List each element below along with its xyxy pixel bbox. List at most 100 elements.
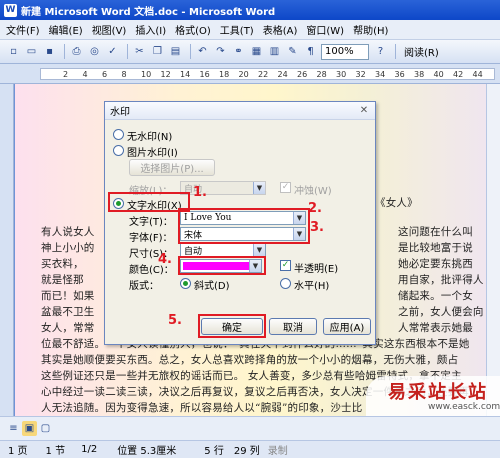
copy-icon[interactable]: ❐ (150, 44, 165, 59)
table-icon[interactable]: ▦ (249, 44, 264, 59)
window-title: 新建 Microsoft Word 文档.doc - Microsoft Wor… (21, 6, 276, 18)
doc-line: 这问题在什么叫 (398, 226, 473, 238)
picture-watermark-radio[interactable] (113, 145, 124, 156)
help-icon[interactable]: ? (373, 44, 388, 59)
annotation-2: 2. (308, 201, 322, 216)
doc-line: 储起来。一个女 (398, 290, 473, 302)
ruler-tick: 22 (258, 70, 269, 79)
drawing-icon[interactable]: ✎ (285, 44, 300, 59)
annotation-1: 1. (193, 185, 207, 200)
cut-icon[interactable]: ✂ (132, 44, 147, 59)
text-label: 文字(T)： (129, 217, 173, 228)
close-icon[interactable]: ✕ (357, 104, 371, 117)
menu-bar: 文件(F) 编辑(E) 视图(V) 插入(I) 格式(O) 工具(T) 表格(A… (0, 20, 500, 40)
doc-line: 人无法追随。因为变得急速，所以容易给人以“腕弱”的印象，沙士比 (41, 402, 363, 414)
ruler-tick: 32 (355, 70, 366, 79)
read-mode-button[interactable]: 阅读(R) (404, 44, 439, 59)
preview-icon[interactable]: ◎ (87, 44, 102, 59)
cancel-button[interactable]: 取消 (269, 318, 317, 335)
ruler-tick: 18 (219, 70, 230, 79)
menu-file[interactable]: 文件(F) (6, 22, 40, 37)
picture-watermark-label: 图片水印(I) (127, 148, 178, 159)
ruler-tick: 24 (277, 70, 288, 79)
toolbar-divider (395, 44, 396, 59)
status-record: 录制 (267, 446, 288, 457)
annotation-3: 3. (310, 220, 324, 235)
ruler-tick: 16 (199, 70, 210, 79)
size-select[interactable]: 自动 ▼ (180, 243, 266, 257)
ruler-tick: 30 (336, 70, 347, 79)
paste-icon[interactable]: ▤ (168, 44, 183, 59)
status-bar: 1 页 1 节 1/2 位置 5.3厘米 5 行 29 列 录制 (0, 440, 500, 458)
doc-line: 女人，常常 (41, 322, 95, 334)
undo-icon[interactable]: ↶ (195, 44, 210, 59)
watermark-url: www.easck.com (428, 402, 500, 412)
ruler-tick: 12 (160, 70, 171, 79)
font-label: 字体(F)： (129, 233, 173, 244)
site-watermark: 易采站长站 www.easck.com (366, 376, 500, 416)
ruler-tick: 4 (82, 70, 88, 79)
menu-insert[interactable]: 插入(I) (135, 22, 166, 37)
ruler-tick: 34 (375, 70, 386, 79)
doc-line: 而已！如果 (41, 290, 95, 302)
highlight-text-font (178, 208, 310, 244)
ruler-tick: 26 (297, 70, 308, 79)
status-column: 29 列 (233, 446, 260, 457)
new-doc-icon[interactable]: ▫ (6, 44, 21, 59)
vertical-scrollbar[interactable] (486, 84, 500, 416)
semi-transparent-checkbox[interactable]: ✓ (280, 260, 291, 271)
ruler-tick: 38 (414, 70, 425, 79)
status-pages: 1/2 (81, 444, 98, 455)
ruler-tick: 6 (102, 70, 108, 79)
annotation-4: 4. (158, 252, 172, 267)
diagonal-radio[interactable] (180, 278, 191, 289)
menu-format[interactable]: 格式(O) (175, 22, 211, 37)
web-view-icon[interactable]: ▣ (22, 421, 37, 436)
horizontal-label: 水平(H) (294, 281, 330, 292)
menu-tools[interactable]: 工具(T) (220, 22, 254, 37)
print-view-icon[interactable]: ▢ (38, 421, 53, 436)
save-icon[interactable]: ▪ (42, 44, 57, 59)
toolbar-divider (64, 44, 65, 59)
layout-label: 版式： (129, 281, 159, 292)
print-icon[interactable]: ⎙ (69, 44, 84, 59)
ruler-tick: 8 (121, 70, 127, 79)
horizontal-scrollbar[interactable]: ≡ ▣ ▢ (0, 416, 500, 440)
select-picture-button[interactable]: 选择图片(P)... (129, 159, 215, 176)
word-icon: W (4, 3, 17, 17)
normal-view-icon[interactable]: ≡ (6, 421, 21, 436)
open-folder-icon[interactable]: ▭ (24, 44, 39, 59)
status-page: 1 页 (8, 446, 28, 457)
doc-line: 人常常表示她最 (398, 322, 473, 334)
menu-help[interactable]: 帮助(H) (353, 22, 388, 37)
toolbar-divider (190, 44, 191, 59)
highlight-color (178, 256, 266, 275)
horizontal-radio[interactable] (280, 278, 291, 289)
zoom-select[interactable]: 100% (321, 43, 369, 60)
highlight-ok (198, 314, 266, 338)
horizontal-ruler: 2 4 6 8 10 12 14 16 18 20 22 24 26 28 30 32 34 36 38 40 42 44 (0, 64, 500, 84)
hyperlink-icon[interactable]: ⚭ (231, 44, 246, 59)
apply-button[interactable]: 应用(A) (323, 318, 371, 335)
doc-line: 之前，女人便会向 (398, 306, 484, 318)
doc-line: 买衣料， (41, 258, 84, 270)
menu-window[interactable]: 窗口(W) (306, 22, 344, 37)
menu-table[interactable]: 表格(A) (263, 22, 298, 37)
ruler-tick: 2 (63, 70, 69, 79)
ruler-tick: 20 (238, 70, 249, 79)
menu-view[interactable]: 视图(V) (92, 22, 127, 37)
size-value: 自动 (184, 246, 203, 257)
menu-edit[interactable]: 编辑(E) (49, 22, 83, 37)
watermark-main: 易采站长站 (388, 382, 488, 403)
washout-checkbox[interactable]: ✓ (280, 182, 291, 193)
spellcheck-icon[interactable]: ✓ (105, 44, 120, 59)
redo-icon[interactable]: ↷ (213, 44, 228, 59)
no-watermark-radio[interactable] (113, 129, 124, 140)
columns-icon[interactable]: ▥ (267, 44, 282, 59)
doc-line: 盆最不卫生 (41, 306, 95, 318)
doc-line: 其实是她顺便要买东西。总之，女人总喜欢跨择角的放一个小小的烟幕，无伤大雅，颇占 (41, 354, 459, 366)
show-marks-icon[interactable]: ¶ (303, 44, 318, 59)
doc-line: 她必定要东挑西 (398, 258, 473, 270)
standard-toolbar: ▫ ▭ ▪ ⎙ ◎ ✓ ✂ ❐ ▤ ↶ ↷ ⚭ ▦ ▥ ✎ ¶ 100% ? 阅… (0, 40, 500, 64)
doc-line: 就是怪那 (41, 274, 84, 286)
